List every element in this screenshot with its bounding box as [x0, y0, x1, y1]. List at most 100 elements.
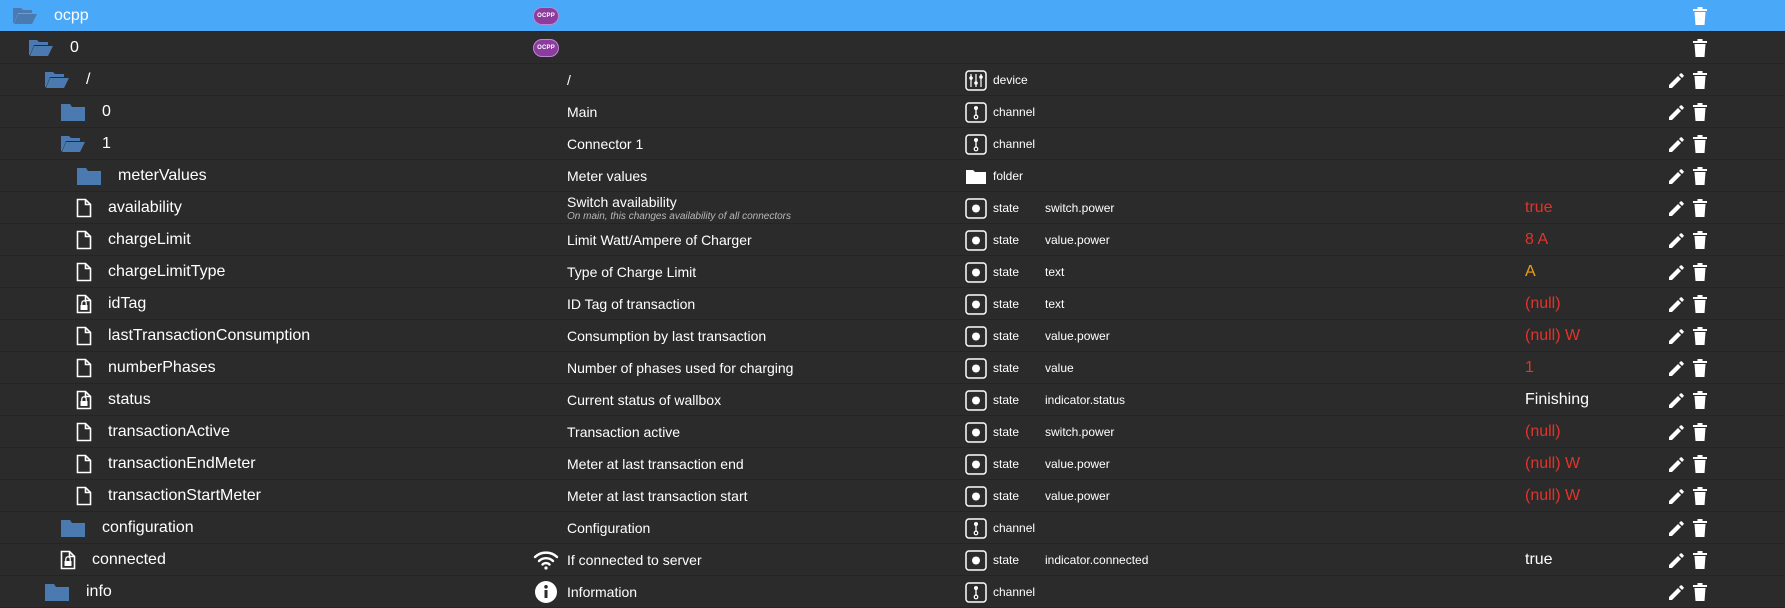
delete-icon[interactable]	[1692, 262, 1708, 282]
object-description: Consumption by last transaction	[567, 320, 766, 352]
tree-row[interactable]: status Current status of wallbox state indi…	[0, 384, 1785, 416]
edit-icon[interactable]	[1667, 72, 1685, 90]
tree-row[interactable]: availability Switch availability On main, …	[0, 192, 1785, 224]
edit-icon[interactable]	[1667, 552, 1685, 570]
row-name-cell[interactable]: chargeLimit	[76, 224, 191, 256]
folder-closed-icon[interactable]	[76, 166, 118, 186]
tree-row[interactable]: ocpp OCPP	[0, 0, 1785, 32]
row-name-cell[interactable]: meterValues	[76, 160, 207, 192]
tree-row[interactable]: / / device	[0, 64, 1785, 96]
row-name-cell[interactable]: idTag	[76, 288, 146, 320]
delete-icon[interactable]	[1692, 486, 1708, 506]
tree-row[interactable]: configuration Configuration channel	[0, 512, 1785, 544]
delete-icon[interactable]	[1692, 6, 1708, 26]
edit-icon[interactable]	[1667, 200, 1685, 218]
edit-icon[interactable]	[1667, 328, 1685, 346]
row-name-cell[interactable]: availability	[76, 192, 182, 224]
delete-icon[interactable]	[1692, 390, 1708, 410]
object-name: ocpp	[54, 7, 89, 24]
tree-row[interactable]: 0 Main channel	[0, 96, 1785, 128]
tree-row[interactable]: meterValues Meter values folder	[0, 160, 1785, 192]
delete-icon[interactable]	[1692, 518, 1708, 538]
tree-row[interactable]: 1 Connector 1 channel	[0, 128, 1785, 160]
object-value[interactable]: (null) W	[1525, 448, 1580, 480]
tree-row[interactable]: connected If connected to server state indi…	[0, 544, 1785, 576]
delete-icon[interactable]	[1692, 70, 1708, 90]
delete-icon[interactable]	[1692, 294, 1708, 314]
object-value[interactable]: (null) W	[1525, 320, 1580, 352]
delete-icon[interactable]	[1692, 38, 1708, 58]
tree-row[interactable]: chargeLimit Limit Watt/Ampere of Charger s…	[0, 224, 1785, 256]
edit-icon[interactable]	[1667, 520, 1685, 538]
object-value[interactable]: (null)	[1525, 288, 1561, 320]
edit-icon[interactable]	[1667, 136, 1685, 154]
delete-icon[interactable]	[1692, 454, 1708, 474]
delete-icon[interactable]	[1692, 550, 1708, 570]
edit-icon[interactable]	[1667, 456, 1685, 474]
row-name-cell[interactable]: status	[76, 384, 151, 416]
row-name-cell[interactable]: numberPhases	[76, 352, 216, 384]
edit-icon[interactable]	[1667, 360, 1685, 378]
object-value[interactable]: true	[1525, 192, 1553, 224]
tree-row[interactable]: info Information channel	[0, 576, 1785, 608]
delete-icon[interactable]	[1692, 326, 1708, 346]
object-value[interactable]: 1	[1525, 352, 1534, 384]
folder-open-icon[interactable]	[28, 38, 70, 58]
object-value[interactable]: (null) W	[1525, 480, 1580, 512]
folder-closed-icon[interactable]	[60, 102, 102, 122]
edit-icon[interactable]	[1667, 296, 1685, 314]
row-name-cell[interactable]: /	[44, 64, 90, 96]
folder-open-icon[interactable]	[44, 70, 86, 90]
row-name-cell[interactable]: 0	[60, 96, 111, 128]
row-name-cell[interactable]: 1	[60, 128, 111, 160]
object-type: state	[993, 457, 1020, 471]
tree-row[interactable]: transactionActive Transaction active state…	[0, 416, 1785, 448]
description-text: /	[567, 72, 571, 88]
row-name-cell[interactable]: transactionEndMeter	[76, 448, 256, 480]
row-name-cell[interactable]: lastTransactionConsumption	[76, 320, 310, 352]
edit-icon[interactable]	[1667, 264, 1685, 282]
edit-icon[interactable]	[1667, 232, 1685, 250]
object-value[interactable]: A	[1525, 256, 1536, 288]
edit-icon[interactable]	[1667, 584, 1685, 602]
row-name-cell[interactable]: transactionActive	[76, 416, 230, 448]
object-value[interactable]: 8 A	[1525, 224, 1548, 256]
delete-icon[interactable]	[1692, 166, 1708, 186]
folder-open-icon[interactable]	[12, 6, 54, 26]
delete-icon[interactable]	[1692, 102, 1708, 122]
row-name-cell[interactable]: connected	[60, 544, 166, 576]
row-name-cell[interactable]: ocpp	[12, 0, 89, 32]
edit-icon[interactable]	[1667, 392, 1685, 410]
delete-icon[interactable]	[1692, 582, 1708, 602]
tree-row[interactable]: chargeLimitType Type of Charge Limit state…	[0, 256, 1785, 288]
object-value[interactable]: (null)	[1525, 416, 1561, 448]
edit-icon[interactable]	[1667, 104, 1685, 122]
edit-icon[interactable]	[1667, 168, 1685, 186]
object-value[interactable]: true	[1525, 544, 1553, 576]
row-name-cell[interactable]: transactionStartMeter	[76, 480, 261, 512]
row-name-cell[interactable]: configuration	[60, 512, 194, 544]
edit-icon[interactable]	[1667, 488, 1685, 506]
folder-open-icon[interactable]	[60, 134, 102, 154]
object-description: Switch availability On main, this changes…	[567, 192, 791, 224]
object-value[interactable]: Finishing	[1525, 384, 1589, 416]
tree-row[interactable]: lastTransactionConsumption Consumption by…	[0, 320, 1785, 352]
state-icon	[965, 230, 987, 251]
folder-closed-icon[interactable]	[60, 518, 102, 538]
row-name-cell[interactable]: info	[44, 576, 112, 608]
delete-icon[interactable]	[1692, 230, 1708, 250]
tree-row[interactable]: transactionEndMeter Meter at last transac…	[0, 448, 1785, 480]
tree-row[interactable]: numberPhases Number of phases used for ch…	[0, 352, 1785, 384]
edit-icon[interactable]	[1667, 424, 1685, 442]
tree-row[interactable]: idTag ID Tag of transaction state text (null…	[0, 288, 1785, 320]
folder-closed-icon[interactable]	[44, 582, 86, 602]
delete-icon[interactable]	[1692, 134, 1708, 154]
delete-icon[interactable]	[1692, 198, 1708, 218]
object-type: device	[993, 73, 1028, 87]
tree-row[interactable]: transactionStartMeter Meter at last trans…	[0, 480, 1785, 512]
row-name-cell[interactable]: chargeLimitType	[76, 256, 225, 288]
row-name-cell[interactable]: 0	[28, 32, 79, 64]
delete-icon[interactable]	[1692, 358, 1708, 378]
delete-icon[interactable]	[1692, 422, 1708, 442]
tree-row[interactable]: 0 OCPP	[0, 32, 1785, 64]
